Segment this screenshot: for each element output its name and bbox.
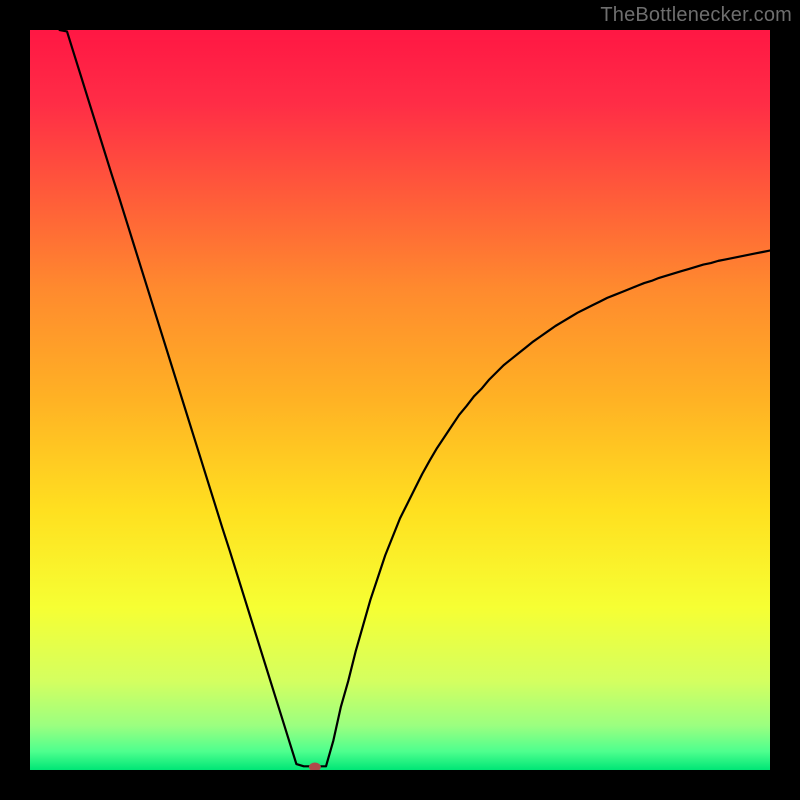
watermark-text: TheBottlenecker.com — [600, 4, 792, 27]
plot-area — [30, 30, 770, 770]
gradient-background — [30, 30, 770, 770]
chart-svg — [30, 30, 770, 770]
outer-frame: TheBottlenecker.com — [0, 0, 800, 800]
